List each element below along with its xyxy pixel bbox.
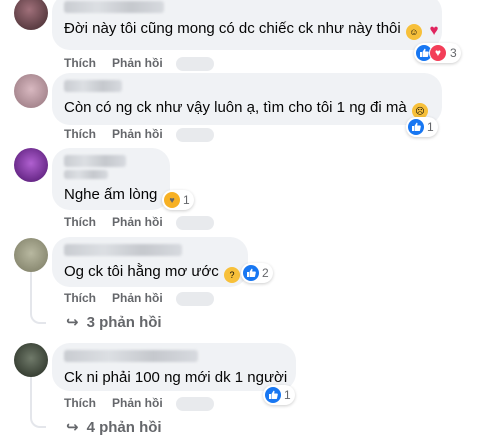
comment-actions: Thích Phản hồi (64, 127, 163, 141)
view-replies-link[interactable]: ↪ 3 phản hồi (66, 313, 162, 332)
thread-line (30, 372, 32, 418)
reaction-count: 1 (284, 388, 291, 402)
comment-bubble: Og ck tôi hằng mơ ước ? (52, 237, 248, 287)
comment-text: Đời này tôi cũng mong có dc chiếc ck như… (64, 19, 439, 40)
heart-reaction-icon: ♥ (429, 44, 447, 62)
avatar[interactable] (14, 343, 48, 377)
avatar[interactable] (14, 238, 48, 272)
comment-bubble: Còn có ng ck như vậy luôn ạ, tìm cho tôi… (52, 73, 442, 125)
comment-bubble: Ck ni phải 100 ng mới dk 1 người (52, 343, 296, 391)
timestamp-blurred (176, 128, 214, 142)
reaction-summary[interactable]: 1 (406, 117, 438, 137)
replies-count: 3 phản hồi (86, 313, 162, 331)
smiling-face-with-hearts-icon: ☺ (405, 24, 422, 40)
like-reaction-icon (265, 387, 281, 403)
reaction-count: 1 (427, 120, 434, 134)
reaction-summary[interactable]: ♥ 1 (162, 190, 194, 210)
replies-count: 4 phản hồi (86, 418, 162, 436)
like-button[interactable]: Thích (64, 127, 96, 141)
like-button[interactable]: Thích (64, 56, 96, 70)
like-button[interactable]: Thích (64, 396, 96, 410)
comment-text: Ck ni phải 100 ng mới dk 1 người (64, 368, 288, 388)
thread-connector (30, 414, 46, 428)
reply-arrow-icon: ↪ (66, 314, 79, 331)
like-button[interactable]: Thích (64, 291, 96, 305)
reply-button[interactable]: Phản hồi (112, 56, 163, 70)
comment-bubble: Đời này tôi cũng mong có dc chiếc ck như… (52, 0, 442, 50)
comment-text: Còn có ng ck như vậy luôn ạ, tìm cho tôi… (64, 98, 430, 119)
author-name-blurred[interactable] (64, 1, 164, 13)
comment-text-content: Đời này tôi cũng mong có dc chiếc ck như… (64, 20, 401, 37)
reaction-count: 3 (450, 46, 457, 60)
comment-actions: Thích Phản hồi (64, 215, 163, 229)
timestamp-blurred (176, 216, 214, 230)
thread-connector (30, 310, 46, 324)
reply-button[interactable]: Phản hồi (112, 127, 163, 141)
thread-line (30, 266, 32, 312)
reply-button[interactable]: Phản hồi (112, 291, 163, 305)
author-subline-blurred (64, 170, 108, 179)
thinking-face-icon: ? (223, 267, 240, 283)
comment-actions: Thích Phản hồi (64, 56, 163, 70)
comment-text: Og ck tôi hằng mơ ước ? (64, 262, 240, 283)
like-reaction-icon (408, 119, 424, 135)
avatar[interactable] (14, 74, 48, 108)
reaction-summary[interactable]: ♥ 3 (414, 43, 461, 63)
reaction-count: 1 (183, 193, 190, 207)
reply-button[interactable]: Phản hồi (112, 215, 163, 229)
comment-text-content: Ck ni phải 100 ng mới dk 1 người (64, 369, 288, 386)
reaction-summary[interactable]: 2 (241, 263, 273, 283)
avatar[interactable] (14, 148, 48, 182)
comment-text-content: Nghe ấm lòng (64, 186, 158, 203)
comment-text: Nghe ấm lòng (64, 185, 158, 205)
like-reaction-icon (243, 265, 259, 281)
author-name-blurred[interactable] (64, 155, 126, 167)
reply-button[interactable]: Phản hồi (112, 396, 163, 410)
view-replies-link[interactable]: ↪ 4 phản hồi (66, 418, 162, 436)
like-button[interactable]: Thích (64, 215, 96, 229)
timestamp-blurred (176, 397, 214, 411)
avatar[interactable] (14, 0, 48, 30)
author-name-blurred[interactable] (64, 350, 198, 362)
reply-arrow-icon: ↪ (66, 419, 79, 436)
comment-bubble: Nghe ấm lòng (52, 148, 170, 210)
comment-actions: Thích Phản hồi (64, 396, 163, 410)
author-name-blurred[interactable] (64, 80, 122, 92)
timestamp-blurred (176, 292, 214, 306)
comment-text-content: Còn có ng ck như vậy luôn ạ, tìm cho tôi… (64, 99, 407, 116)
reaction-count: 2 (262, 266, 269, 280)
author-name-blurred[interactable] (64, 244, 182, 256)
timestamp-blurred (176, 57, 214, 71)
care-reaction-icon: ♥ (164, 192, 180, 208)
comment-text-content: Og ck tôi hằng mơ ước (64, 263, 219, 280)
reaction-summary[interactable]: 1 (263, 385, 295, 405)
comment-actions: Thích Phản hồi (64, 291, 163, 305)
heart-icon: ♥ (429, 22, 439, 39)
